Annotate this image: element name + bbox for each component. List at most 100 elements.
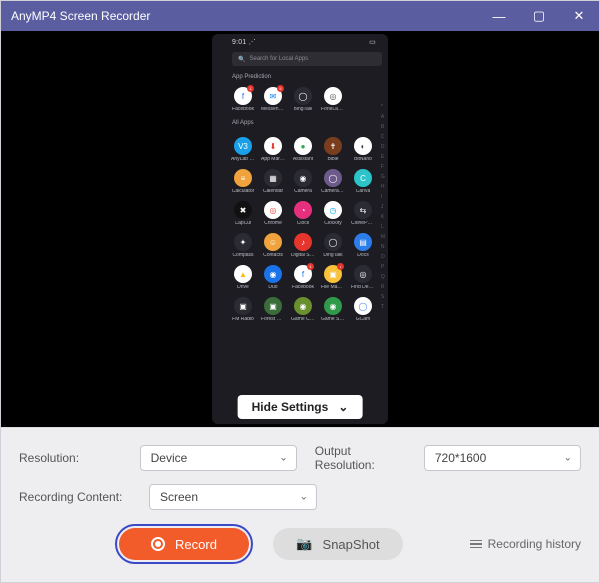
output-resolution-select[interactable]: 720*1600 ⌄	[424, 445, 581, 471]
record-button[interactable]: Record	[119, 528, 249, 560]
app-label: Calendar	[263, 189, 283, 194]
app-icon-anylab-v3-mobile-pro[interactable]: V3AnyLab V3 Mobile Pro	[232, 137, 254, 162]
alpha-index-letter[interactable]: H	[381, 184, 385, 190]
app-icon: ✉5	[264, 87, 282, 105]
recording-content-select[interactable]: Screen ⌄	[149, 484, 317, 510]
app-icon: ◎	[324, 87, 342, 105]
app-icon: ⇆	[354, 201, 372, 219]
alpha-index-letter[interactable]: A	[381, 114, 385, 120]
phone-status-bar: 9:01 ⋰ ▭	[232, 38, 382, 46]
app-icon-clock[interactable]: ◔Clock	[292, 201, 314, 226]
app-icon-game-center[interactable]: ◉Game Center	[292, 297, 314, 322]
app-label: BitNano	[354, 157, 372, 162]
app-icon-find-device[interactable]: ◎Find Device	[352, 265, 374, 290]
alpha-index-letter[interactable]: *	[381, 104, 385, 110]
alpha-index-letter[interactable]: T	[381, 304, 385, 310]
alpha-index-letter[interactable]: J	[381, 204, 385, 210]
app-icon-camera[interactable]: ◉Camera	[292, 169, 314, 194]
app-icon-compass[interactable]: ✦Compass	[232, 233, 254, 258]
app-icon-digital-songbook[interactable]: ♪Digital Songbook	[292, 233, 314, 258]
app-icon-fm-radio[interactable]: ▣FM Radio	[232, 297, 254, 322]
app-icon-bible[interactable]: ✝Bible	[322, 137, 344, 162]
app-icon-dingtalk[interactable]: ◯DingTalk	[322, 233, 344, 258]
app-icon: V3	[234, 137, 252, 155]
app-icon-forest-m-[interactable]: ▣Forest M…	[262, 297, 284, 322]
alpha-index-letter[interactable]: I	[381, 194, 385, 200]
app-icon-facebook[interactable]: f1Facebook	[232, 87, 254, 112]
app-icon-capcut[interactable]: ✖CapCut	[232, 201, 254, 226]
app-icon-bingtalk[interactable]: ◯BingTalk	[292, 87, 314, 112]
app-grid-row: ✖CapCut ◎Chrome ◔Clock ◷Clockify ⇆ClonePhone	[232, 201, 382, 226]
app-icon-messenger[interactable]: ✉5Messenger	[262, 87, 284, 112]
app-icon-clockify[interactable]: ◷Clockify	[322, 201, 344, 226]
app-icon-duo[interactable]: ◉ Duo	[262, 265, 284, 290]
recording-content-label: Recording Content:	[19, 490, 131, 504]
app-icon-bitnano[interactable]: ◐BitNano	[352, 137, 374, 162]
app-icon-camera360[interactable]: ◯Camera360	[322, 169, 344, 194]
alpha-index-letter[interactable]: P	[381, 264, 385, 270]
app-grid-row: ▲Drive◉Duof1Facebook▣•File Manager◎Find …	[232, 265, 382, 290]
alpha-index-letter[interactable]: R	[381, 284, 385, 290]
app-icon: ◯	[354, 297, 372, 315]
close-button[interactable]: ✕	[559, 1, 599, 31]
app-icon: ◉	[294, 297, 312, 315]
chevron-down-icon: ⌄	[564, 453, 572, 464]
app-icon-gcam[interactable]: ◯GCam	[352, 297, 374, 322]
app-icon-assistant[interactable]: ●Assistant	[292, 137, 314, 162]
app-icon-calculator[interactable]: ≡Calculator	[232, 169, 254, 194]
app-icon-app-market[interactable]: ⬇App Market	[262, 137, 284, 162]
app-icon-canva[interactable]: CCanva	[352, 169, 374, 194]
output-resolution-label: Output Resolution:	[315, 444, 406, 472]
app-icon-docs[interactable]: ▤Docs	[352, 233, 374, 258]
app-icon-clonephone[interactable]: ⇆ClonePhone	[352, 201, 374, 226]
alpha-index-letter[interactable]: K	[381, 214, 385, 220]
recording-history-link[interactable]: Recording history	[470, 537, 581, 551]
snapshot-label: SnapShot	[323, 537, 380, 552]
alpha-index-letter[interactable]: F	[381, 164, 385, 170]
app-label: FoneLab Mirror	[321, 107, 345, 112]
section-all-label: All Apps	[232, 120, 382, 126]
alpha-index-letter[interactable]: M	[381, 234, 385, 240]
maximize-button[interactable]: ▢	[519, 1, 559, 31]
resolution-value: Device	[151, 451, 188, 465]
app-icon-fonelab-mirror[interactable]: ◎ FoneLab Mirror	[322, 87, 344, 112]
app-label: App Market	[261, 157, 285, 162]
alpha-index-letter[interactable]: S	[381, 294, 385, 300]
app-icon-file-manager[interactable]: ▣•File Manager	[322, 265, 344, 290]
app-icon: ◉	[264, 265, 282, 283]
phone-time: 9:01	[232, 39, 246, 46]
alpha-index-letter[interactable]: N	[381, 244, 385, 250]
alpha-index-letter[interactable]: G	[381, 174, 385, 180]
alpha-index-letter[interactable]: B	[381, 124, 385, 130]
app-label: Duo	[268, 285, 277, 290]
app-icon: ◎	[354, 265, 372, 283]
snapshot-button[interactable]: 📷 SnapShot	[273, 528, 403, 560]
app-icon-facebook[interactable]: f1Facebook	[292, 265, 314, 290]
resolution-label: Resolution:	[19, 451, 122, 465]
phone-search-bar[interactable]: 🔍 Search for Local Apps	[232, 52, 382, 66]
resolution-select[interactable]: Device ⌄	[140, 445, 297, 471]
app-icon: ◎	[264, 201, 282, 219]
notification-badge: •	[337, 263, 344, 270]
alpha-index-letter[interactable]: L	[381, 224, 385, 230]
alpha-index-letter[interactable]: Q	[381, 274, 385, 280]
output-resolution-value: 720*1600	[435, 451, 486, 465]
app-icon-game-space[interactable]: ◉Game Space	[322, 297, 344, 322]
app-icon-calendar[interactable]: ▦Calendar	[262, 169, 284, 194]
app-icon-chrome[interactable]: ◎Chrome	[262, 201, 284, 226]
alpha-index-letter[interactable]: C	[381, 134, 385, 140]
minimize-button[interactable]: —	[479, 1, 519, 31]
app-icon-drive[interactable]: ▲Drive	[232, 265, 254, 290]
alpha-index[interactable]: * ABCDEFGHIJKLMNOPQRST	[381, 104, 385, 310]
alpha-index-letter[interactable]: E	[381, 154, 385, 160]
search-placeholder: Search for Local Apps	[249, 56, 308, 62]
recording-content-value: Screen	[160, 490, 198, 504]
chevron-down-icon: ⌄	[338, 400, 348, 414]
hide-settings-button[interactable]: Hide Settings ⌄	[238, 395, 363, 419]
camera-icon: 📷	[296, 536, 312, 552]
app-icon-contacts[interactable]: ☺Contacts	[262, 233, 284, 258]
app-label: File Manager	[321, 285, 345, 290]
alpha-index-letter[interactable]: D	[381, 144, 385, 150]
alpha-index-letter[interactable]: O	[381, 254, 385, 260]
app-icon: ◯	[324, 169, 342, 187]
